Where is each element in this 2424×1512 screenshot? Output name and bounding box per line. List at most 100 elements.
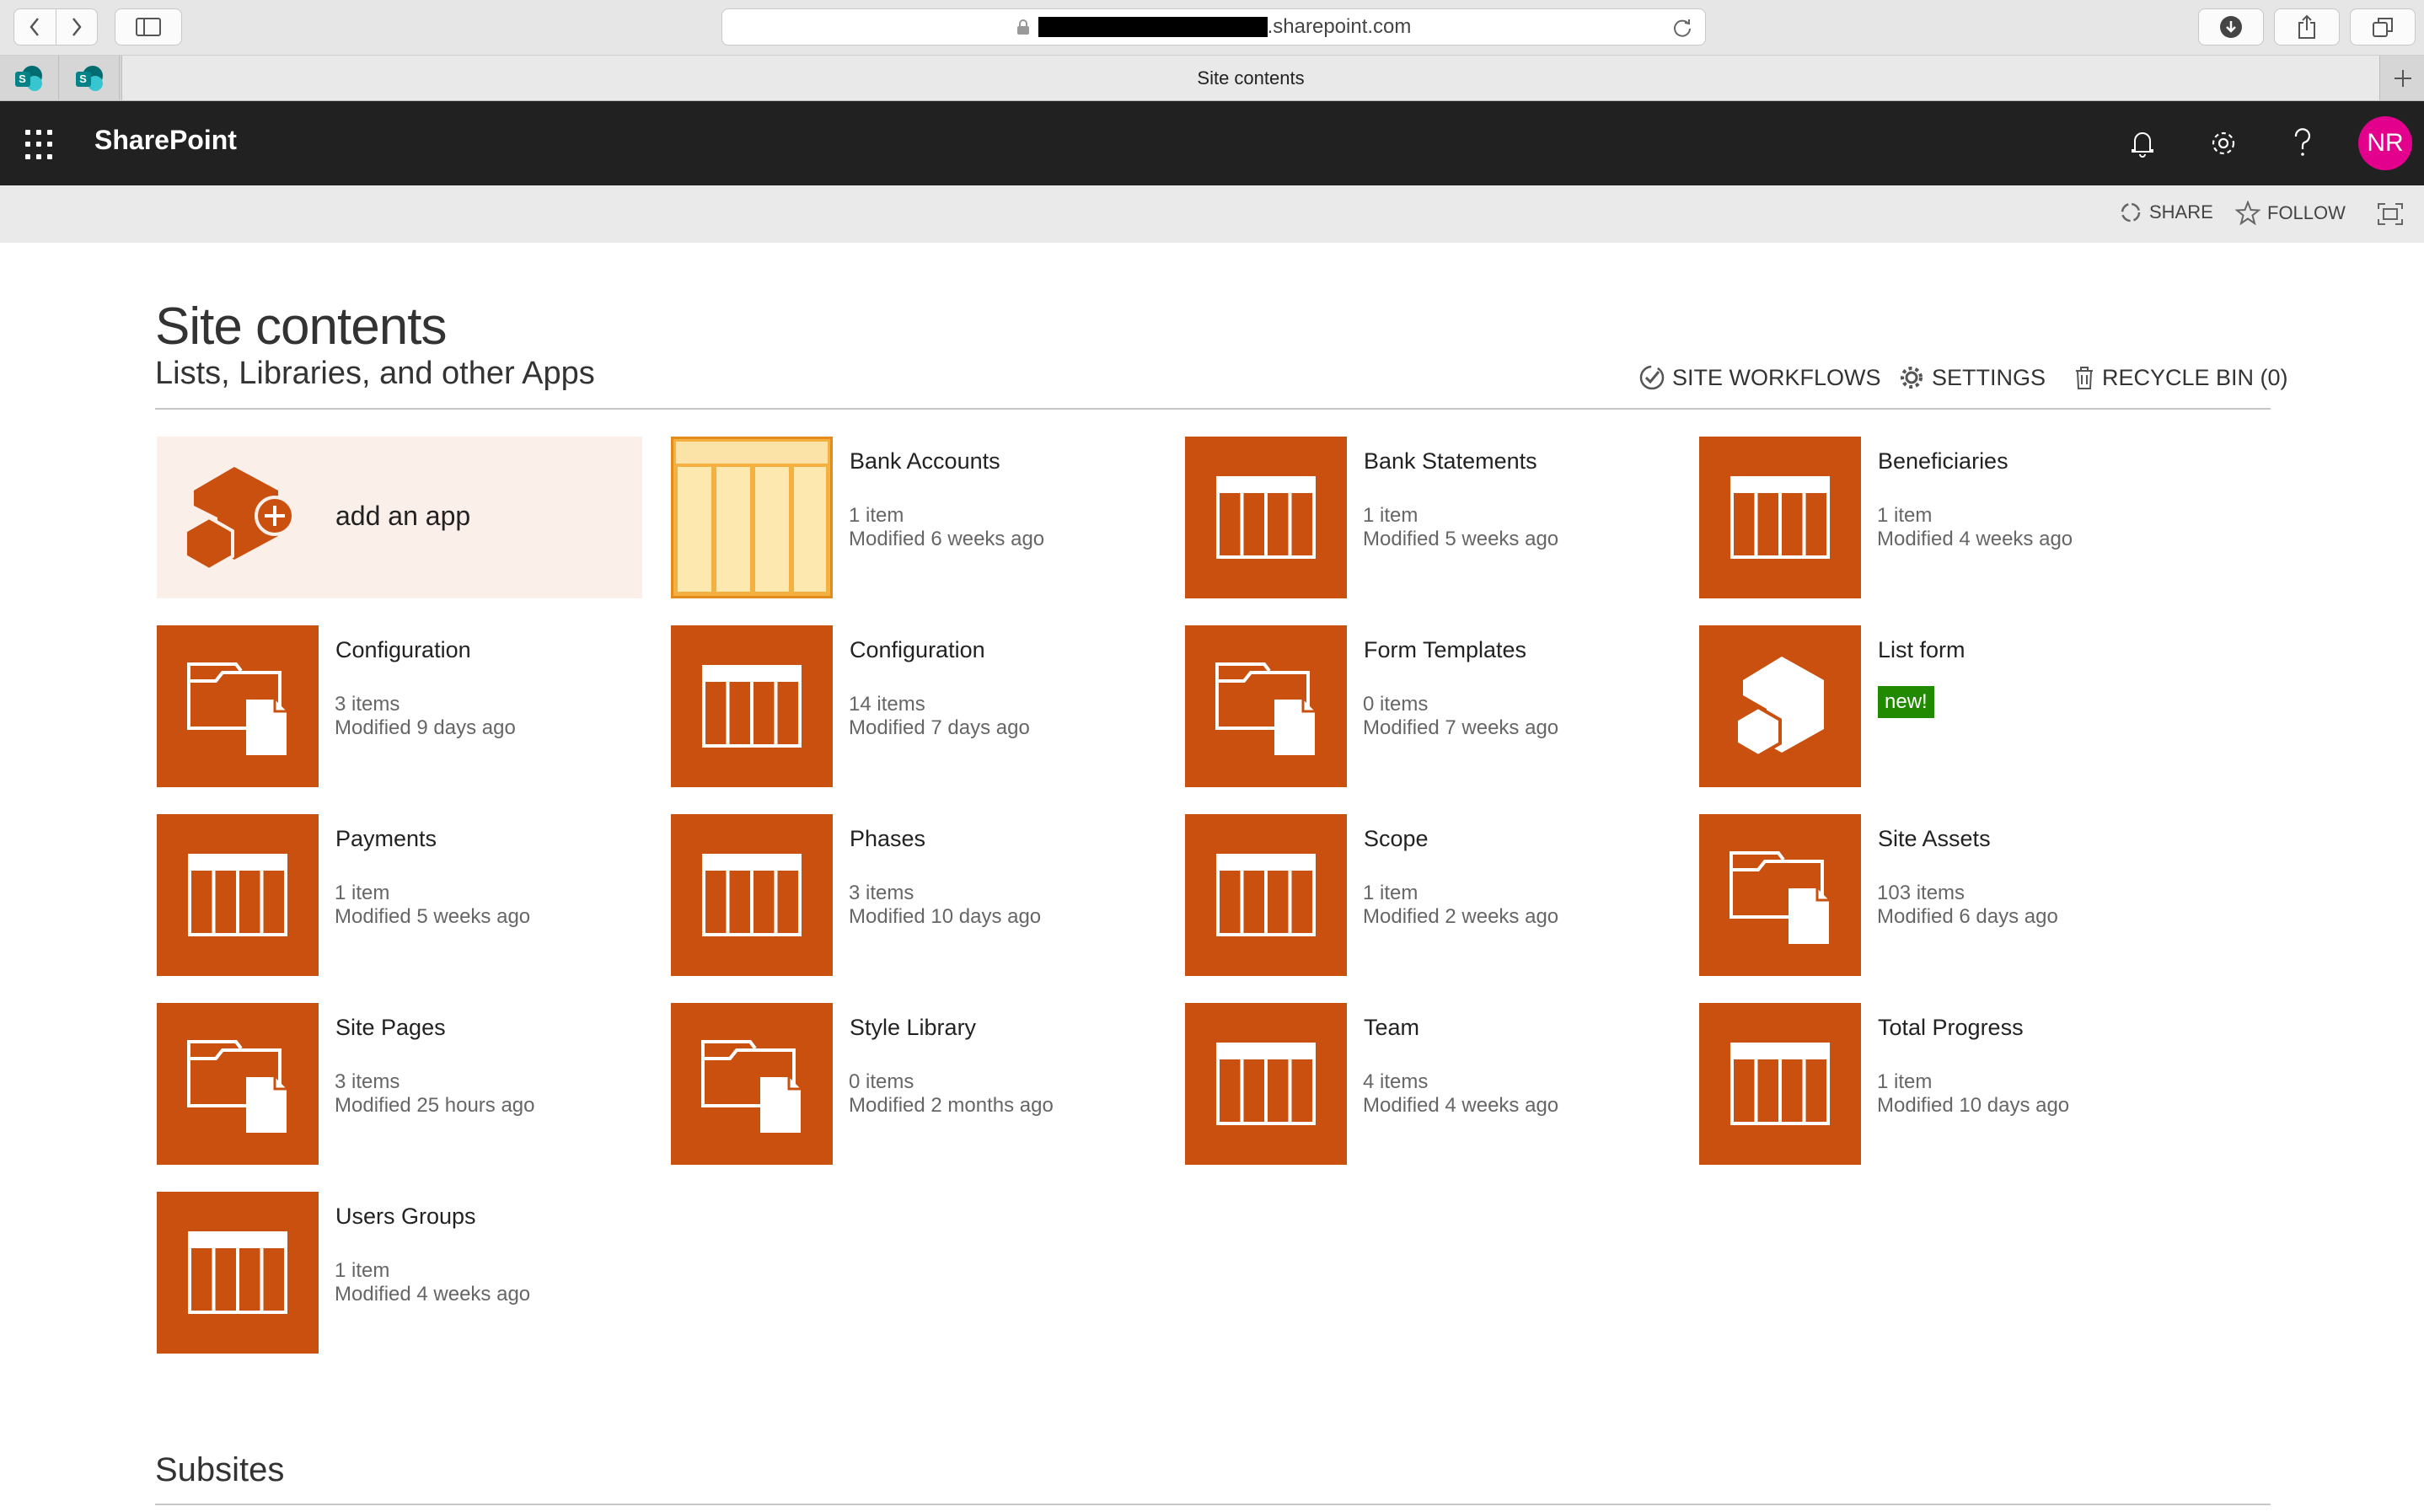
site-content-tile[interactable]: Team 4 items Modified 4 weeks ago xyxy=(1185,1003,1674,1165)
bell-icon[interactable] xyxy=(2124,125,2161,162)
subsites-divider xyxy=(155,1504,2271,1505)
brand-name[interactable]: SharePoint xyxy=(94,125,237,156)
site-workflows-button[interactable]: SITE WORKFLOWS xyxy=(1638,364,1881,391)
tile-name-link[interactable]: List form xyxy=(1878,637,1965,663)
site-content-tile[interactable]: Phases 3 items Modified 10 days ago xyxy=(671,814,1160,976)
active-tab[interactable]: Site contents xyxy=(121,56,2380,100)
recycle-bin-button[interactable]: RECYCLE BIN (0) xyxy=(2073,364,2288,391)
list-icon[interactable] xyxy=(671,814,833,976)
library-icon[interactable] xyxy=(671,1003,833,1165)
settings-button[interactable]: SETTINGS xyxy=(1898,364,2046,391)
tile-name-link[interactable]: Scope xyxy=(1364,826,1429,852)
list-icon[interactable] xyxy=(157,1192,319,1354)
tile-modified: Modified 25 hours ago xyxy=(335,1094,535,1117)
new-tab-button[interactable] xyxy=(2382,56,2424,100)
site-workflows-label: SITE WORKFLOWS xyxy=(1672,364,1881,390)
site-content-tile[interactable]: Site Assets 103 items Modified 6 days ago xyxy=(1699,814,2188,976)
site-content-tile[interactable]: Scope 1 item Modified 2 weeks ago xyxy=(1185,814,1674,976)
add-app-icon xyxy=(184,467,293,571)
tile-modified: Modified 10 days ago xyxy=(1877,1094,2070,1117)
site-content-tile[interactable]: Site Pages 3 items Modified 25 hours ago xyxy=(157,1003,646,1165)
list-icon[interactable] xyxy=(1699,437,1861,598)
list-icon[interactable] xyxy=(1185,814,1347,976)
site-content-tile[interactable]: Configuration 14 items Modified 7 days ago xyxy=(671,625,1160,787)
site-content-tile[interactable]: Form Templates 0 items Modified 7 weeks ag… xyxy=(1185,625,1674,787)
app-launcher-icon[interactable] xyxy=(25,130,56,160)
tile-name-link[interactable]: Phases xyxy=(850,826,925,852)
tile-item-count: 1 item xyxy=(335,1259,390,1282)
excel-table-icon[interactable] xyxy=(671,437,833,598)
tile-name-link[interactable]: Form Templates xyxy=(1364,637,1526,663)
library-icon[interactable] xyxy=(157,1003,319,1165)
tab-overview-button[interactable] xyxy=(2350,8,2416,46)
tile-name-link[interactable]: Payments xyxy=(335,826,437,852)
gear-icon[interactable] xyxy=(2205,125,2242,162)
tile-item-count: 1 item xyxy=(849,504,904,527)
tile-name-link[interactable]: Team xyxy=(1364,1015,1419,1041)
tile-item-count: 3 items xyxy=(335,1070,400,1093)
lock-icon xyxy=(1016,19,1029,35)
site-content-tile[interactable]: List form new! xyxy=(1699,625,2188,787)
tab-title: Site contents xyxy=(1197,67,1305,88)
share-icon xyxy=(2121,202,2141,223)
tile-name-link[interactable]: Users Groups xyxy=(335,1204,476,1230)
site-content-tile[interactable]: Users Groups 1 item Modified 4 weeks ago xyxy=(157,1192,646,1354)
pinned-tab[interactable]: S xyxy=(0,56,59,100)
settings-label: SETTINGS xyxy=(1932,364,2046,390)
list-icon[interactable] xyxy=(1185,1003,1347,1165)
add-an-app-label: add an app xyxy=(335,501,471,531)
site-content-tile[interactable]: Style Library 0 items Modified 2 months ag… xyxy=(671,1003,1160,1165)
tile-name-link[interactable]: Style Library xyxy=(850,1015,976,1041)
library-icon[interactable] xyxy=(157,625,319,787)
browser-share-button[interactable] xyxy=(2274,8,2340,46)
site-content-tile[interactable]: Total Progress 1 item Modified 10 days ago xyxy=(1699,1003,2188,1165)
tile-name-link[interactable]: Configuration xyxy=(850,637,985,663)
list-icon[interactable] xyxy=(1185,437,1347,598)
tile-modified: Modified 6 weeks ago xyxy=(849,528,1045,550)
site-content-tile[interactable]: Payments 1 item Modified 5 weeks ago xyxy=(157,814,646,976)
list-icon[interactable] xyxy=(671,625,833,787)
share-label: SHARE xyxy=(2149,201,2213,223)
tile-modified: Modified 4 weeks ago xyxy=(335,1283,531,1306)
recycle-bin-label: RECYCLE BIN (0) xyxy=(2102,364,2288,390)
page-title: Site contents xyxy=(155,298,447,356)
list-icon[interactable] xyxy=(157,814,319,976)
tile-item-count: 1 item xyxy=(1363,882,1418,904)
downloads-button[interactable] xyxy=(2198,8,2264,46)
follow-button[interactable]: FOLLOW xyxy=(2235,201,2346,226)
tile-modified: Modified 5 weeks ago xyxy=(335,905,531,928)
add-an-app-tile[interactable]: add an app xyxy=(157,437,642,598)
url-suffix: .sharepoint.com xyxy=(1267,15,1412,38)
site-content-tile[interactable]: Bank Accounts 1 item Modified 6 weeks ago xyxy=(671,437,1160,598)
tile-name-link[interactable]: Site Pages xyxy=(335,1015,446,1041)
tile-name-link[interactable]: Bank Accounts xyxy=(850,448,1000,475)
tile-name-link[interactable]: Total Progress xyxy=(1878,1015,2024,1041)
tabs-icon xyxy=(2373,18,2393,37)
help-icon[interactable] xyxy=(2284,125,2321,162)
focus-mode-button[interactable] xyxy=(2377,202,2411,226)
back-button[interactable] xyxy=(14,9,56,45)
library-icon[interactable] xyxy=(1185,625,1347,787)
sidebar-toggle-button[interactable] xyxy=(115,8,182,46)
site-content-tile[interactable]: Bank Statements 1 item Modified 5 weeks ag… xyxy=(1185,437,1674,598)
pinned-tab[interactable]: S xyxy=(61,56,120,100)
focus-icon xyxy=(2378,203,2403,225)
history-nav xyxy=(13,8,98,46)
tile-name-link[interactable]: Configuration xyxy=(335,637,471,663)
tile-modified: Modified 4 weeks ago xyxy=(1877,528,2073,550)
forward-button[interactable] xyxy=(55,9,97,45)
share-button[interactable]: SHARE xyxy=(2119,201,2213,224)
site-content-tile[interactable]: Configuration 3 items Modified 9 days ago xyxy=(157,625,646,787)
reload-icon[interactable] xyxy=(1671,17,1693,39)
app-icon[interactable] xyxy=(1699,625,1861,787)
tile-item-count: 0 items xyxy=(849,1070,914,1093)
tile-modified: Modified 7 weeks ago xyxy=(1363,716,1559,739)
avatar[interactable]: NR xyxy=(2358,116,2412,170)
tile-name-link[interactable]: Bank Statements xyxy=(1364,448,1537,475)
tile-name-link[interactable]: Site Assets xyxy=(1878,826,1991,852)
site-content-tile[interactable]: Beneficiaries 1 item Modified 4 weeks ago xyxy=(1699,437,2188,598)
address-bar[interactable]: .sharepoint.com xyxy=(721,8,1706,46)
library-icon[interactable] xyxy=(1699,814,1861,976)
tile-name-link[interactable]: Beneficiaries xyxy=(1878,448,2008,475)
list-icon[interactable] xyxy=(1699,1003,1861,1165)
